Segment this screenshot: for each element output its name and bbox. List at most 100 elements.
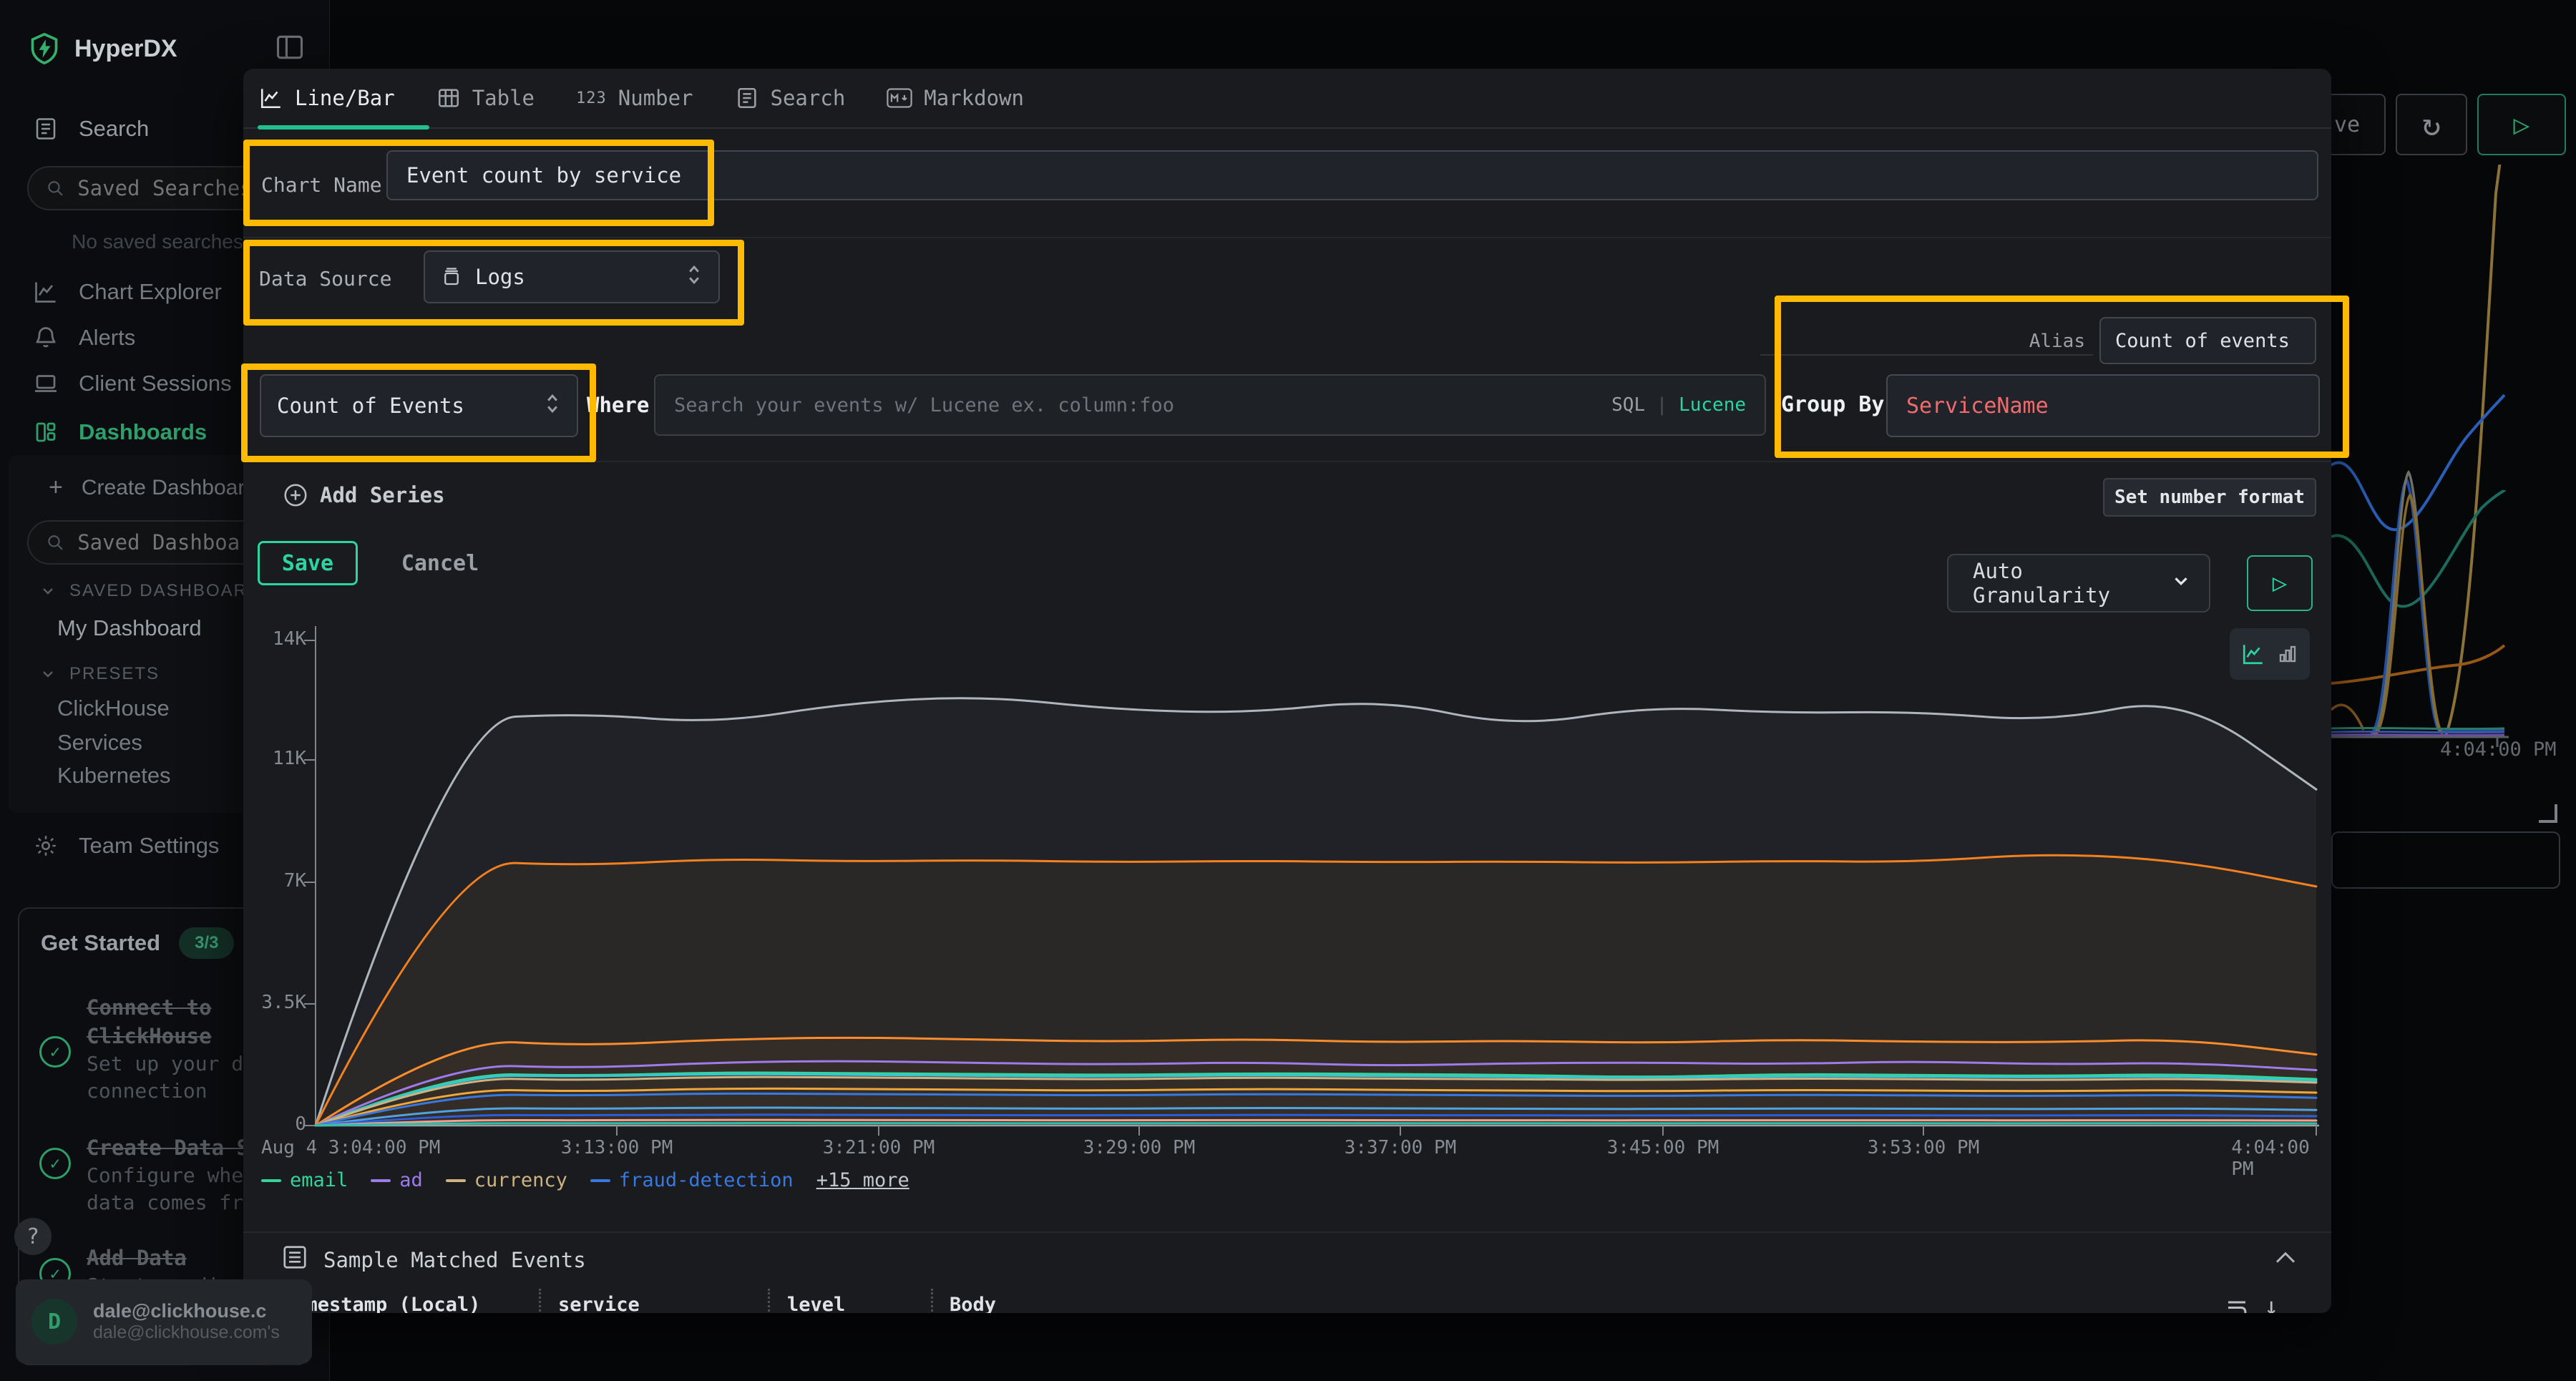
x-tick: 3:13:00 PM — [561, 1137, 673, 1158]
sql-toggle[interactable]: SQL — [1611, 394, 1645, 416]
column-separator — [931, 1289, 933, 1313]
y-tick: 0 — [256, 1113, 306, 1135]
divider — [243, 1231, 2331, 1233]
tab-line-bar[interactable]: Line/Bar — [259, 86, 395, 110]
column-header-body[interactable]: Body — [950, 1294, 996, 1313]
group-by-input[interactable]: ServiceName — [1886, 374, 2320, 437]
sidebar-item-alerts[interactable]: Alerts — [31, 323, 135, 352]
markdown-icon — [887, 87, 912, 109]
resize-handle-icon[interactable] — [2539, 804, 2557, 823]
chevron-down-icon — [39, 665, 57, 683]
chevron-down-icon — [39, 582, 57, 600]
where-label: Where — [587, 393, 649, 417]
number-123-icon: 123 — [576, 89, 607, 107]
chart-type-toggle[interactable] — [2230, 628, 2310, 680]
legend-item[interactable]: email — [261, 1169, 348, 1191]
group-by-label: Group By — [1781, 392, 1885, 417]
where-placeholder: Search your events w/ Lucene ex. column:… — [674, 394, 1174, 416]
tab-table[interactable]: Table — [436, 86, 535, 110]
circle-plus-icon — [283, 482, 308, 508]
user-menu[interactable]: D dale@clickhouse.c dale@clickhouse.com'… — [16, 1279, 312, 1364]
sidebar-item-chart-explorer[interactable]: Chart Explorer — [31, 278, 222, 306]
chart-legend: email ad currency fraud-detection +15 mo… — [261, 1169, 909, 1191]
tab-bar: Line/Bar Table 123 Number Search Markdow… — [243, 69, 2331, 129]
aggregation-select[interactable]: Count of Events — [260, 374, 578, 437]
x-tick: 3:21:00 PM — [823, 1137, 935, 1158]
brand: HyperDX — [29, 31, 177, 66]
chevron-down-icon — [2170, 570, 2192, 597]
create-dashboard-button[interactable]: + Create Dashboard — [49, 474, 257, 502]
play-icon: ▷ — [2514, 109, 2530, 140]
search-doc-icon — [735, 86, 759, 110]
column-header-timestamp[interactable]: Timestamp (Local) — [283, 1294, 480, 1313]
save-button[interactable]: Save — [258, 541, 358, 585]
alias-input[interactable]: Count of events — [2099, 317, 2316, 364]
refresh-button[interactable]: ↻ — [2396, 94, 2467, 155]
y-tick: 7K — [256, 870, 306, 892]
legend-more-link[interactable]: +15 more — [816, 1169, 909, 1191]
check-circle-icon: ✓ — [39, 1148, 71, 1179]
granularity-select[interactable]: Auto Granularity — [1947, 554, 2210, 613]
bar-chart-icon — [2277, 643, 2298, 665]
sidebar-item-clickhouse[interactable]: ClickHouse — [57, 696, 170, 721]
divider — [1760, 354, 2093, 356]
plus-icon: + — [49, 474, 63, 502]
chart-line-icon — [31, 278, 60, 306]
lucene-toggle[interactable]: Lucene — [1679, 394, 1746, 416]
background-chart — [2331, 165, 2576, 780]
add-series-button[interactable]: Add Series — [283, 482, 445, 508]
database-icon — [441, 266, 462, 288]
search-icon — [46, 532, 64, 553]
tab-search[interactable]: Search — [735, 86, 846, 110]
list-icon — [281, 1244, 308, 1271]
check-circle-icon: ✓ — [39, 1036, 71, 1068]
chart-editor-modal: Line/Bar Table 123 Number Search Markdow… — [243, 69, 2331, 1313]
sample-events-title: Sample Matched Events — [323, 1248, 586, 1272]
sidebar-item-kubernetes[interactable]: Kubernetes — [57, 763, 171, 789]
chart-name-label: Chart Name — [261, 173, 382, 197]
run-chart-button[interactable]: ▷ — [2247, 555, 2313, 611]
laptop-icon — [31, 369, 60, 398]
avatar: D — [31, 1299, 77, 1345]
cancel-button[interactable]: Cancel — [390, 541, 490, 585]
get-started-title: Get Started — [41, 930, 160, 956]
get-started-badge: 3/3 — [179, 927, 234, 959]
line-chart-icon — [259, 86, 283, 110]
select-updown-icon — [544, 392, 561, 420]
select-updown-icon — [686, 263, 703, 291]
tab-markdown[interactable]: Markdown — [887, 86, 1024, 110]
x-tick: 3:29:00 PM — [1083, 1137, 1196, 1158]
gear-icon — [31, 831, 60, 860]
query-language-toggle[interactable]: SQL | Lucene — [1611, 394, 1746, 416]
sidebar-collapse-icon[interactable] — [274, 31, 306, 66]
column-header-level[interactable]: level — [787, 1294, 845, 1313]
active-tab-underline — [258, 125, 429, 130]
chevron-up-icon[interactable] — [2274, 1249, 2297, 1265]
column-header-service[interactable]: service — [558, 1294, 640, 1313]
help-button[interactable]: ? — [14, 1218, 52, 1255]
set-number-format-button[interactable]: Set number format — [2103, 478, 2316, 517]
legend-item[interactable]: ad — [371, 1169, 423, 1191]
data-source-select[interactable]: Logs — [424, 250, 720, 303]
x-tick: Aug 4 3:04:00 PM — [261, 1137, 440, 1158]
background-panel-box — [2331, 831, 2560, 889]
sidebar-item-services[interactable]: Services — [57, 730, 142, 756]
sidebar-item-client-sessions[interactable]: Client Sessions — [31, 369, 232, 398]
refresh-icon: ↻ — [2422, 107, 2441, 143]
y-tick: 3.5K — [256, 992, 306, 1013]
sidebar-item-dashboards[interactable]: Dashboards — [31, 418, 207, 446]
chart-name-input[interactable]: Event count by service — [386, 150, 2318, 200]
legend-item[interactable]: currency — [446, 1169, 567, 1191]
line-chart-icon — [2241, 642, 2265, 666]
legend-item[interactable]: fraud-detection — [590, 1169, 794, 1191]
where-input[interactable]: Search your events w/ Lucene ex. column:… — [654, 374, 1766, 436]
tab-number[interactable]: 123 Number — [576, 86, 693, 110]
filter-icon[interactable] — [2224, 1297, 2250, 1313]
run-query-button[interactable]: ▷ — [2477, 94, 2566, 155]
sidebar-item-team-settings[interactable]: Team Settings — [31, 831, 219, 860]
download-icon[interactable]: ↓ — [2264, 1292, 2278, 1313]
presets-section[interactable]: PRESETS — [39, 664, 160, 684]
table-icon — [436, 86, 461, 110]
divider — [243, 461, 2331, 462]
sidebar-item-search[interactable]: Search — [31, 114, 149, 143]
